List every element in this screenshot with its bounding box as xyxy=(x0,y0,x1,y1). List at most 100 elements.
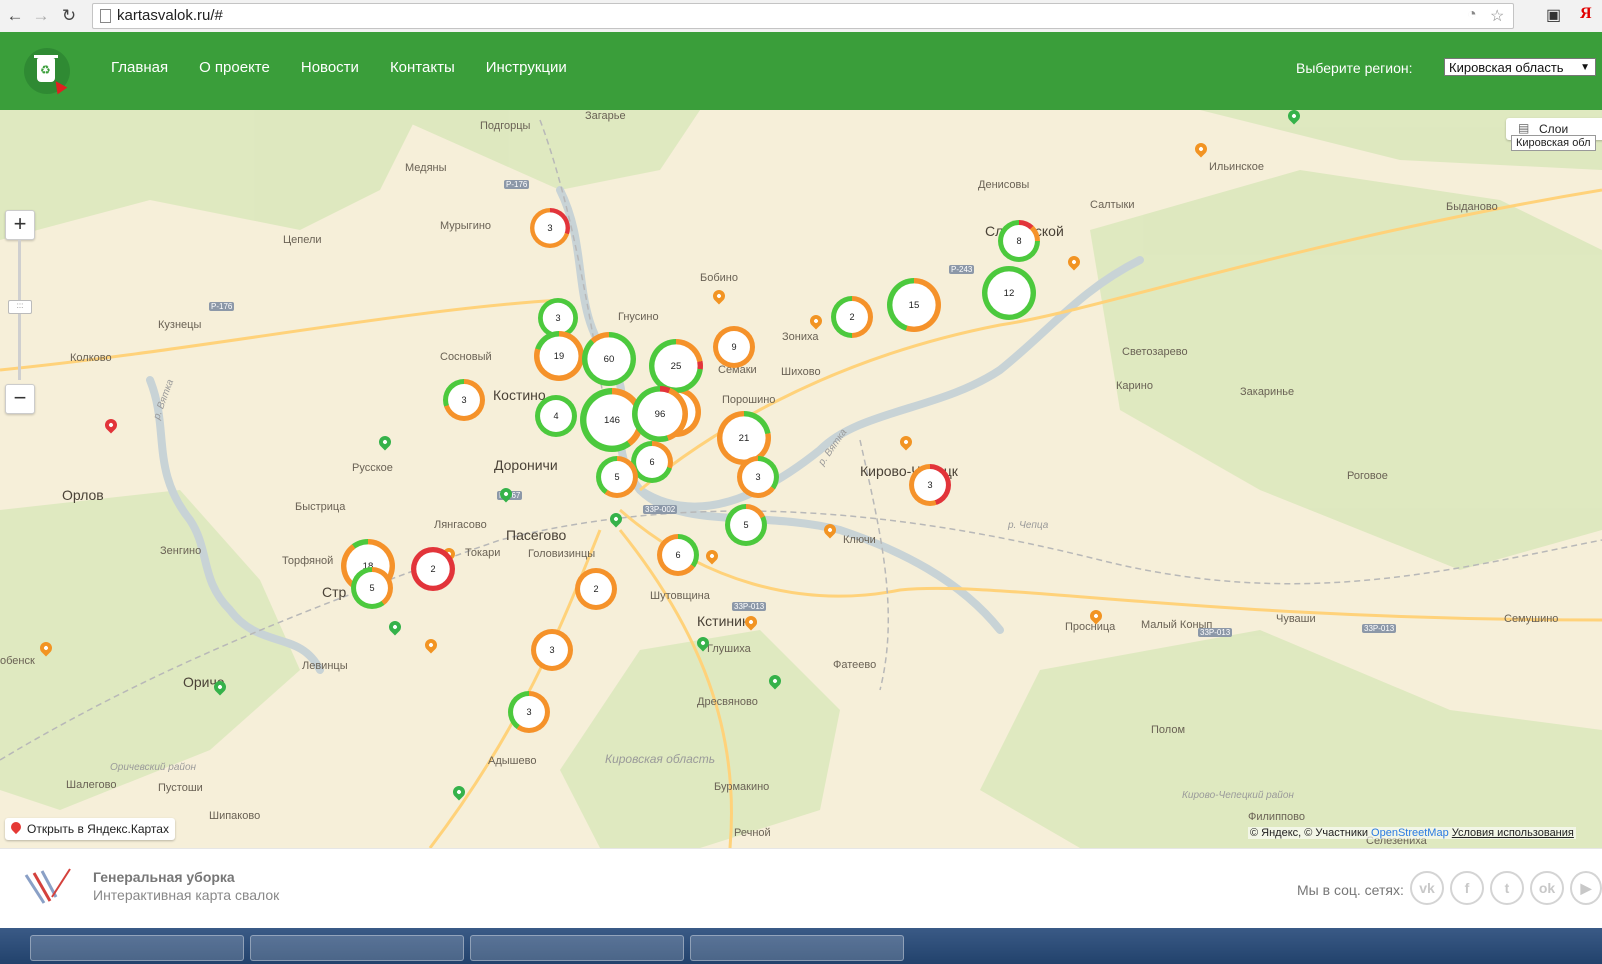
dump-cluster[interactable]: 9 xyxy=(713,326,755,368)
place-label: Кузнецы xyxy=(158,319,202,331)
place-label: Сосновый xyxy=(440,351,492,363)
package-icon[interactable]: ▣ xyxy=(1546,5,1561,25)
dump-cluster[interactable]: 3 xyxy=(530,208,570,248)
road-label: Р-176 xyxy=(504,180,530,189)
vk-icon[interactable]: vk xyxy=(1410,871,1444,905)
dropdown-arrow-icon: ▼ xyxy=(1580,62,1590,73)
dump-cluster[interactable]: 2 xyxy=(831,296,873,338)
road-label: 33Р-013 xyxy=(1198,628,1233,637)
place-label: Шутовщина xyxy=(650,590,710,602)
dump-cluster[interactable]: 6 xyxy=(657,534,699,576)
taskbar-item[interactable] xyxy=(470,935,684,961)
dump-cluster[interactable]: 2 xyxy=(411,547,455,591)
dump-cluster[interactable]: 15 xyxy=(887,278,941,332)
twitter-icon[interactable]: t xyxy=(1490,871,1524,905)
nav-about[interactable]: О проекте xyxy=(199,59,270,76)
dump-cluster[interactable]: 3 xyxy=(909,464,951,506)
terms-link[interactable]: Условия использования xyxy=(1452,827,1574,839)
place-label: Подгорцы xyxy=(480,120,531,132)
place-label: Филиппово xyxy=(1248,811,1305,823)
road-label: 33Р-013 xyxy=(732,602,767,611)
youtube-icon[interactable]: ▶ xyxy=(1570,871,1602,905)
back-icon[interactable]: ← xyxy=(4,5,26,27)
osm-link[interactable]: OpenStreetMap xyxy=(1371,827,1449,839)
nav-news[interactable]: Новости xyxy=(301,59,359,76)
dump-cluster[interactable]: 5 xyxy=(351,567,393,609)
dump-cluster[interactable]: 2 xyxy=(575,568,617,610)
yandex-icon[interactable]: Я xyxy=(1580,5,1592,23)
place-label: Русское xyxy=(352,462,393,474)
region-select-value: Кировская область xyxy=(1449,60,1564,75)
dump-cluster[interactable]: 5 xyxy=(596,456,638,498)
map-pin-icon xyxy=(8,819,24,835)
map[interactable]: Подгорцы Загарье Медяны Мурыгино Цепели … xyxy=(0,110,1602,848)
zoom-slider-handle[interactable]: ::: xyxy=(8,300,32,314)
forward-icon[interactable]: → xyxy=(30,5,52,27)
place-label: Зенгино xyxy=(160,545,202,557)
odnoklassniki-icon[interactable]: ok xyxy=(1530,871,1564,905)
place-label: Токари xyxy=(465,547,501,559)
layers-label: Слои xyxy=(1539,122,1569,136)
dump-cluster[interactable]: 4 xyxy=(535,395,577,437)
place-label: Быданово xyxy=(1446,201,1498,213)
reload-icon[interactable]: ↻ xyxy=(58,5,80,27)
region-name-label: Кировская область xyxy=(605,752,716,766)
dump-cluster[interactable]: 3 xyxy=(737,456,779,498)
place-label: Чуваши xyxy=(1276,613,1316,625)
open-in-yandex-label: Открыть в Яндекс.Картах xyxy=(27,822,169,836)
nav-instructions[interactable]: Инструкции xyxy=(486,59,567,76)
place-label: Салтыки xyxy=(1090,199,1135,211)
project-logo xyxy=(24,868,71,904)
zoom-in-button[interactable]: + xyxy=(5,210,35,240)
place-label: Зониха xyxy=(782,331,819,343)
taskbar-item[interactable] xyxy=(30,935,244,961)
place-label: Стр xyxy=(322,584,347,600)
star-icon[interactable]: ☆ xyxy=(1490,6,1504,26)
facebook-icon[interactable]: f xyxy=(1450,871,1484,905)
browser-toolbar: ← → ↻ kartasvalok.ru/# ◔ ☆ ▣ Я xyxy=(0,0,1602,33)
dump-cluster[interactable]: 8 xyxy=(998,220,1040,262)
dump-cluster[interactable]: 96 xyxy=(632,386,688,442)
place-label: Орлов xyxy=(62,487,104,503)
nav-contacts[interactable]: Контакты xyxy=(390,59,455,76)
dump-cluster[interactable]: 19 xyxy=(534,331,584,381)
road-label: Р-243 xyxy=(949,265,975,274)
open-in-yandex-button[interactable]: Открыть в Яндекс.Картах xyxy=(5,818,175,840)
main-menu: Главная О проекте Новости Контакты Инстр… xyxy=(111,59,598,76)
copyright-text: © Яндекс, © Участники xyxy=(1250,827,1368,839)
taskbar-item[interactable] xyxy=(690,935,904,961)
place-label: Денисовы xyxy=(978,179,1030,191)
district-label: Кирово-Чепецкий район xyxy=(1182,790,1294,801)
taskbar-item[interactable] xyxy=(250,935,464,961)
place-label: Карино xyxy=(1116,380,1153,392)
place-label: Просница xyxy=(1065,621,1116,633)
dump-cluster[interactable]: 25 xyxy=(649,339,703,393)
place-label: Шалегово xyxy=(66,779,117,791)
dump-cluster[interactable]: 3 xyxy=(508,691,550,733)
zoom-control: + ::: − xyxy=(5,210,35,418)
site-footer: Генеральная уборка Интерактивная карта с… xyxy=(0,848,1602,929)
place-label: Фатеево xyxy=(833,659,877,671)
region-select[interactable]: Кировская область ▼ xyxy=(1444,58,1596,76)
place-label: Бурмакино xyxy=(714,781,770,793)
place-label: Речной xyxy=(734,827,771,839)
place-label: Глушиха xyxy=(707,643,751,655)
dump-cluster[interactable]: 12 xyxy=(982,266,1036,320)
logo[interactable] xyxy=(24,48,70,95)
place-label: Быстрица xyxy=(295,501,346,513)
dump-cluster[interactable]: 60 xyxy=(582,332,636,386)
address-bar[interactable]: kartasvalok.ru/# ◔ ☆ xyxy=(92,3,1514,29)
place-label: Ключи xyxy=(843,534,876,546)
zoom-out-button[interactable]: − xyxy=(5,384,35,414)
dump-cluster[interactable]: 5 xyxy=(725,504,767,546)
place-label: Дороничи xyxy=(494,457,558,473)
nav-home[interactable]: Главная xyxy=(111,59,168,76)
dump-cluster[interactable]: 3 xyxy=(443,379,485,421)
place-label: Мурыгино xyxy=(440,220,492,232)
place-label: Закаринье xyxy=(1240,386,1295,398)
extension-icon[interactable]: ◔ xyxy=(1467,6,1477,24)
dump-cluster[interactable]: 3 xyxy=(531,629,573,671)
place-label: Бобино xyxy=(700,272,738,284)
trash-bin-icon xyxy=(34,55,58,82)
site-header: Главная О проекте Новости Контакты Инстр… xyxy=(0,32,1602,110)
